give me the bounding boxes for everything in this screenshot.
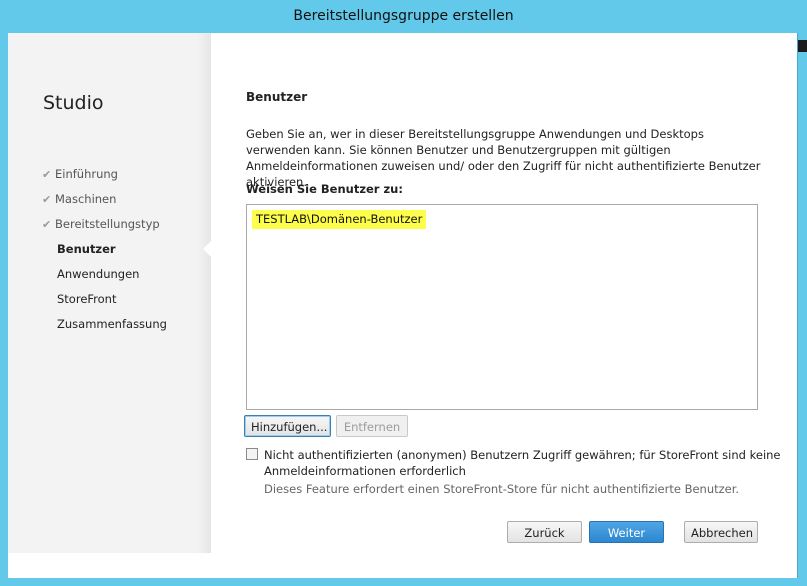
checkmark-icon: ✔ — [42, 168, 52, 181]
step-einfuehrung: ✔ Einführung — [42, 166, 167, 191]
window-title: Bereitstellungsgruppe erstellen — [293, 8, 514, 24]
next-button[interactable]: Weiter — [589, 521, 664, 543]
step-anwendungen: Anwendungen — [42, 266, 167, 291]
back-button[interactable]: Zurück — [507, 521, 582, 543]
current-step-pointer — [203, 241, 211, 257]
step-label: Einführung — [55, 167, 118, 181]
anonymous-access-label[interactable]: Nicht authentifizierten (anonymen) Benut… — [264, 447, 784, 479]
sidebar-shadow — [197, 33, 211, 553]
step-benutzer: Benutzer — [42, 241, 167, 266]
step-maschinen: ✔ Maschinen — [42, 191, 167, 216]
step-label: Maschinen — [55, 192, 117, 206]
checkmark-icon: ✔ — [42, 218, 52, 231]
title-bar: Bereitstellungsgruppe erstellen — [0, 0, 807, 33]
studio-brand: Studio — [43, 92, 104, 114]
list-item[interactable]: TESTLAB\Domänen-Benutzer — [252, 210, 427, 229]
window-frame-edge — [797, 33, 798, 578]
step-storefront: StoreFront — [42, 291, 167, 316]
wizard-steps: ✔ Einführung ✔ Maschinen ✔ Bereitstellungst… — [42, 166, 167, 341]
step-label: Benutzer — [57, 242, 116, 256]
add-button[interactable]: Hinzufügen... — [244, 415, 331, 437]
step-label: Bereitstellungstyp — [55, 217, 160, 231]
step-bereitstellungstyp: ✔ Bereitstellungstyp — [42, 216, 167, 241]
assign-users-label: Weisen Sie Benutzer zu: — [246, 182, 403, 196]
window-frame-left — [0, 33, 8, 586]
user-list[interactable]: TESTLAB\Domänen-Benutzer — [246, 204, 758, 410]
background-scrollbar-thumb — [798, 40, 807, 52]
remove-button[interactable]: Entfernen — [336, 415, 408, 437]
step-label: Anwendungen — [57, 267, 140, 281]
page-description: Geben Sie an, wer in dieser Bereitstellu… — [246, 127, 761, 189]
cancel-button[interactable]: Abbrechen — [684, 521, 758, 543]
anonymous-access-checkbox[interactable] — [246, 448, 258, 460]
wizard-content: Benutzer Geben Sie an, wer in dieser Ber… — [211, 33, 797, 578]
anonymous-access-hint: Dieses Feature erfordert einen StoreFron… — [264, 482, 740, 496]
checkmark-icon: ✔ — [42, 193, 52, 206]
step-zusammenfassung: Zusammenfassung — [42, 316, 167, 341]
page-title: Benutzer — [246, 90, 308, 104]
step-label: Zusammenfassung — [57, 317, 167, 331]
window-frame-right — [797, 33, 807, 586]
step-label: StoreFront — [57, 292, 117, 306]
window-frame-bottom — [0, 578, 807, 586]
